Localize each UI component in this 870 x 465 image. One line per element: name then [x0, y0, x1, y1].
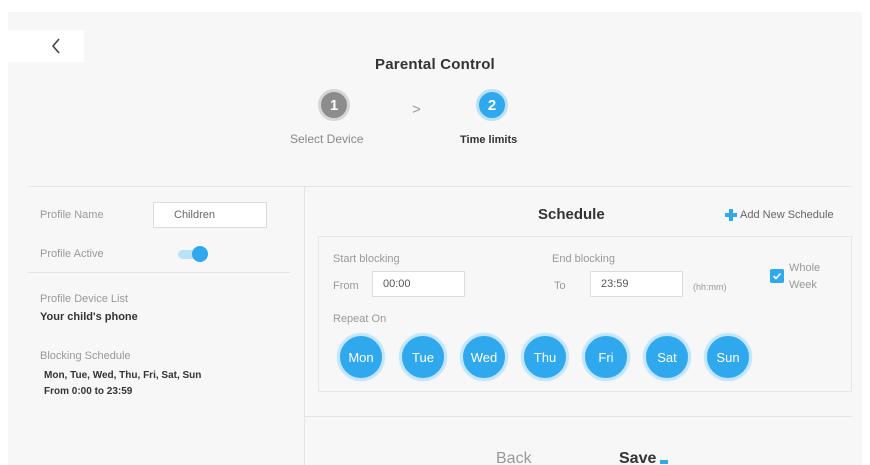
back-button[interactable]: Back	[496, 450, 532, 465]
toggle-knob	[192, 246, 208, 262]
day-button-fri[interactable]: Fri	[582, 333, 630, 381]
from-label: From	[333, 280, 359, 292]
blocking-days-value: Mon, Tue, Wed, Thu, Fri, Sat, Sun	[44, 370, 202, 381]
footer-divider	[304, 416, 852, 417]
save-button[interactable]: Save	[619, 450, 656, 465]
day-button-mon[interactable]: Mon	[337, 333, 385, 381]
add-new-schedule-button[interactable]: Add New Schedule	[724, 208, 834, 222]
to-label: To	[554, 280, 566, 292]
whole-week-label-2: Week	[789, 279, 817, 291]
profile-active-toggle[interactable]	[178, 246, 208, 262]
profile-divider	[28, 272, 290, 273]
time-format-hint: (hh:mm)	[693, 282, 727, 292]
step-separator: >	[412, 101, 421, 118]
repeat-on-label: Repeat On	[333, 313, 387, 325]
blocking-schedule-label: Blocking Schedule	[40, 350, 131, 362]
whole-week-label-1: Whole	[789, 262, 821, 274]
check-icon	[772, 272, 782, 280]
schedule-title: Schedule	[538, 206, 605, 223]
whole-week-checkbox[interactable]	[770, 269, 784, 283]
add-new-schedule-label: Add New Schedule	[740, 209, 834, 221]
plus-icon	[724, 208, 738, 222]
profile-name-input[interactable]: Children	[153, 202, 267, 228]
panel-divider	[304, 186, 305, 465]
day-button-sat[interactable]: Sat	[643, 333, 691, 381]
step-2-label: Time limits	[460, 134, 518, 146]
end-blocking-label: End blocking	[552, 253, 615, 265]
save-accent	[660, 460, 668, 464]
to-time-input[interactable]: 23:59	[590, 271, 683, 297]
step-2-indicator: 2	[476, 89, 508, 121]
day-button-sun[interactable]: Sun	[704, 333, 752, 381]
day-button-wed[interactable]: Wed	[460, 333, 508, 381]
from-time-input[interactable]: 00:00	[372, 271, 465, 297]
profile-name-label: Profile Name	[40, 209, 104, 221]
page-title: Parental Control	[375, 56, 495, 73]
section-divider	[28, 186, 852, 187]
step-1-indicator: 1	[318, 89, 350, 121]
step-1-label: Select Device	[290, 132, 364, 146]
chevron-left-icon[interactable]	[46, 34, 66, 58]
start-blocking-label: Start blocking	[333, 253, 400, 265]
day-button-tue[interactable]: Tue	[399, 333, 447, 381]
blocking-time-value: From 0:00 to 23:59	[44, 386, 133, 397]
day-button-thu[interactable]: Thu	[521, 333, 569, 381]
device-list-label: Profile Device List	[40, 293, 129, 305]
device-list-value: Your child's phone	[40, 311, 138, 323]
profile-active-label: Profile Active	[40, 248, 104, 260]
